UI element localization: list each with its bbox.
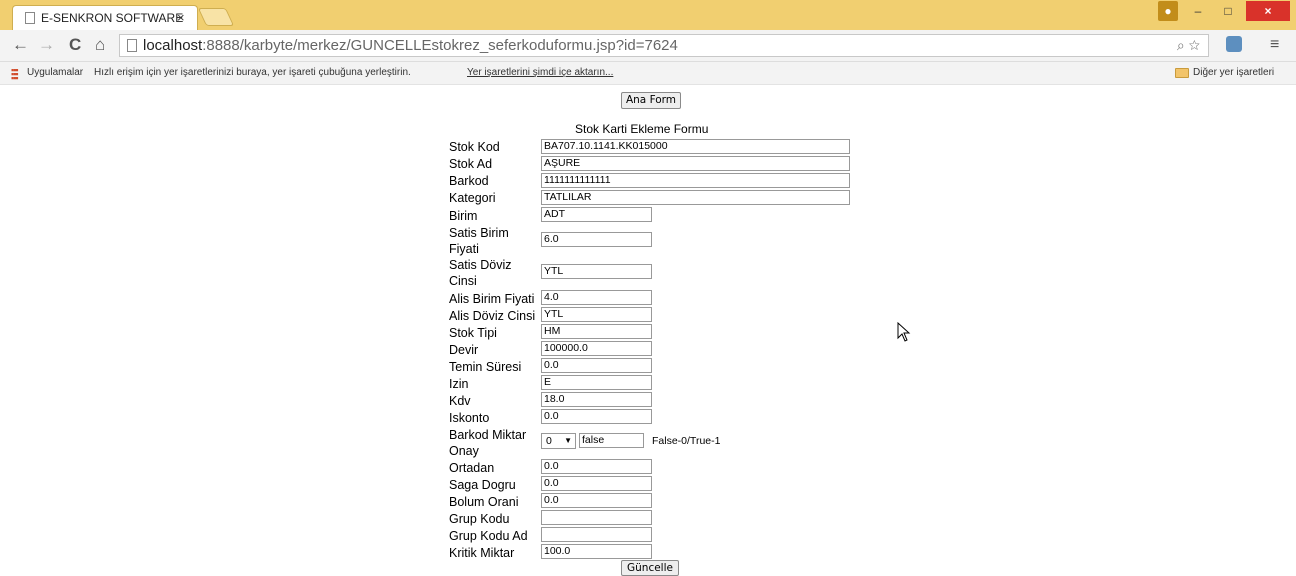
barkod-input[interactable]: 1111111111111 [541,173,850,188]
label-kdv: Kdv [449,394,471,408]
label-grup-kodu-ad: Grup Kodu Ad [449,529,528,543]
back-arrow-icon[interactable]: ← [12,36,29,54]
stok-kod-input[interactable]: BA707.10.1141.KK015000 [541,139,850,154]
folder-icon [1175,68,1189,78]
birim-input[interactable]: ADT [541,207,652,222]
label-satis-birim-fiyati: Satis Birim Fiyati [449,226,509,256]
address-bar[interactable]: localhost:8888/karbyte/merkez/GUNCELLEst… [119,34,1209,57]
bookmark-apps[interactable]: Uygulamalar [27,67,83,78]
url-text: localhost:8888/karbyte/merkez/GUNCELLEst… [143,37,678,54]
barkod-miktar-onay-hint: False-0/True-1 [652,435,721,447]
bookmarks-hint: Hızlı erişim için yer işaretlerinizi bur… [94,67,411,78]
forward-arrow-icon[interactable]: → [38,36,55,54]
mouse-cursor-icon [897,322,911,342]
alis-doviz-cinsi-input[interactable]: YTL [541,307,652,322]
iskonto-input[interactable]: 0.0 [541,409,652,424]
label-barkod: Barkod [449,174,489,188]
label-kritik-miktar: Kritik Miktar [449,546,515,560]
bolum-orani-input[interactable]: 0.0 [541,493,652,508]
label-temin-suresi: Temin Süresi [449,360,522,374]
guncelle-button[interactable]: Güncelle [621,560,679,576]
grup-kodu-ad-input[interactable] [541,527,652,542]
temin-suresi-input[interactable]: 0.0 [541,358,652,373]
tab-strip: E-SENKRON SOFTWARE × ● – □ × [0,0,1296,30]
kritik-miktar-input[interactable]: 100.0 [541,544,652,559]
satis-birim-fiyati-input[interactable]: 6.0 [541,232,652,247]
label-ortadan: Ortadan [449,461,495,475]
select-value: 0 [546,435,552,447]
kategori-input[interactable]: TATLILAR [541,190,850,205]
label-barkod-miktar-onay: Barkod Miktar Onay [449,428,527,458]
label-alis-doviz-cinsi: Alis Döviz Cinsi [449,309,536,323]
new-tab-button[interactable] [197,8,235,26]
label-birim: Birim [449,209,478,223]
saga-dogru-input[interactable]: 0.0 [541,476,652,491]
label-devir: Devir [449,343,479,357]
label-iskonto: Iskonto [449,411,490,425]
devir-input[interactable]: 100000.0 [541,341,652,356]
label-saga-dogru: Saga Dogru [449,478,516,492]
label-stok-ad: Stok Ad [449,157,493,171]
zoom-bookmark-star-icon[interactable]: ⌕ ☆ [1177,37,1200,54]
chevron-down-icon: ▼ [564,436,572,445]
label-stok-kod: Stok Kod [449,140,500,154]
extension-icon[interactable] [1226,36,1242,52]
barkod-miktar-onay-input[interactable]: false [579,433,644,448]
maximize-button[interactable]: □ [1216,1,1240,21]
izin-input[interactable]: E [541,375,652,390]
tab-close-icon[interactable]: × [177,10,185,25]
menu-icon[interactable]: ≡ [1270,36,1279,54]
home-icon[interactable]: ⌂ [95,36,105,54]
ortadan-input[interactable]: 0.0 [541,459,652,474]
label-satis-doviz-cinsi: Satis Döviz Cinsi [449,258,512,288]
browser-toolbar: ← → C ⌂ localhost:8888/karbyte/merkez/GU… [0,30,1296,62]
label-kategori: Kategori [449,191,496,205]
bookmarks-bar: ▪▪▪ ▪▪▪ ▪▪▪ Uygulamalar Hızlı erişim için … [0,62,1296,85]
label-alis-birim-fiyati: Alis Birim Fiyati [449,292,535,306]
apps-grid-icon[interactable]: ▪▪▪ ▪▪▪ ▪▪▪ [11,66,21,83]
ana-form-button[interactable]: Ana Form [621,92,681,109]
label-grup-kodu: Grup Kodu [449,512,510,526]
label-bolum-orani: Bolum Orani [449,495,519,509]
user-icon[interactable]: ● [1158,1,1178,21]
other-bookmarks[interactable]: Diğer yer işaretleri [1193,67,1274,78]
kdv-input[interactable]: 18.0 [541,392,652,407]
satis-doviz-cinsi-input[interactable]: YTL [541,264,652,279]
barkod-miktar-onay-select[interactable]: 0 ▼ [541,433,576,449]
grup-kodu-input[interactable] [541,510,652,525]
stok-tipi-input[interactable]: HM [541,324,652,339]
alis-birim-fiyati-input[interactable]: 4.0 [541,290,652,305]
page-icon [25,12,35,24]
label-stok-tipi: Stok Tipi [449,326,497,340]
page-icon [127,39,137,52]
form-title: Stok Karti Ekleme Formu [575,122,709,136]
browser-tab[interactable]: E-SENKRON SOFTWARE × [12,5,198,30]
import-bookmarks-link[interactable]: Yer işaretlerini şimdi içe aktarın... [467,67,613,78]
label-izin: Izin [449,377,469,391]
tab-title: E-SENKRON SOFTWARE [41,11,184,25]
close-window-button[interactable]: × [1246,1,1290,21]
reload-icon[interactable]: C [69,36,81,54]
stok-ad-input[interactable]: AŞURE [541,156,850,171]
minimize-button[interactable]: – [1186,1,1210,21]
